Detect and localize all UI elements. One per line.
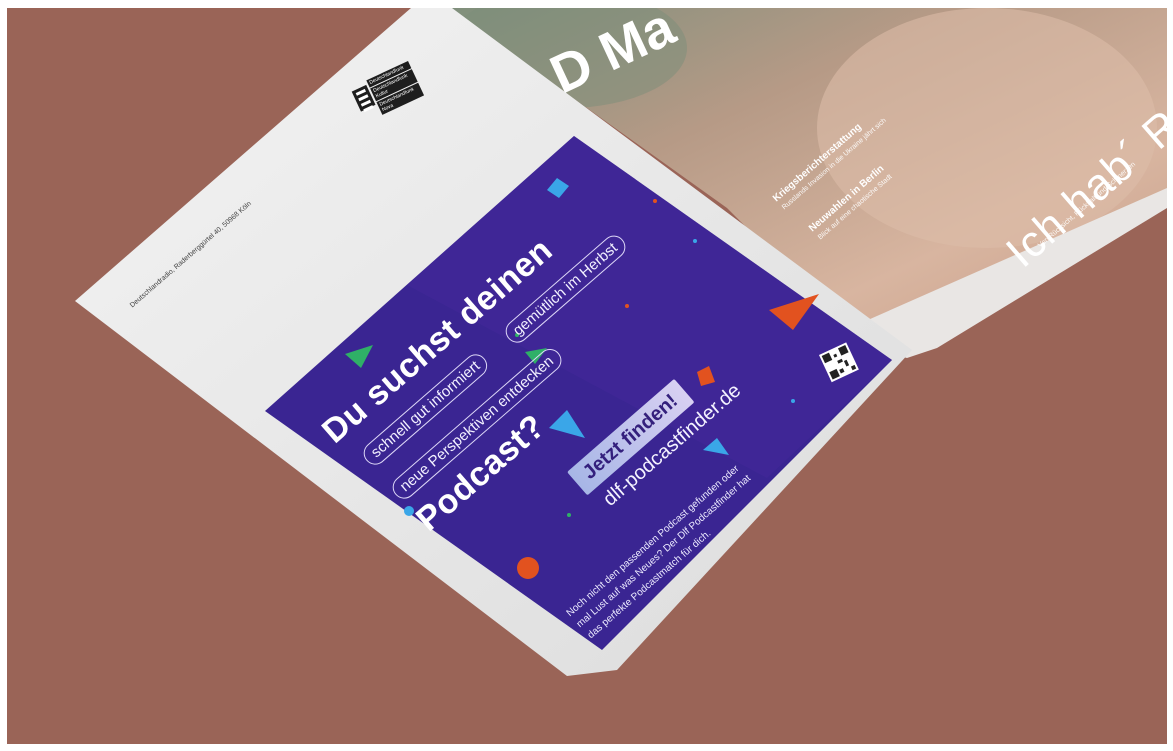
photo-scene: Deutschlandradio, Raderberggürtel 40, 50… [7,8,1167,744]
shape-orange-dot [517,557,539,579]
